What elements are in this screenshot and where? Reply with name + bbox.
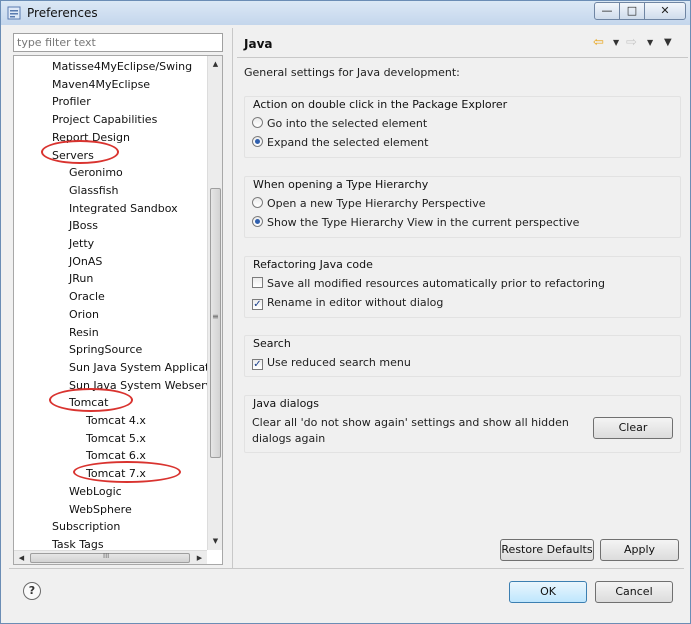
tree-item[interactable]: JRun — [69, 270, 93, 287]
tree-item[interactable]: Tomcat 5.x — [86, 430, 146, 447]
checkbox-save-resources-label: Save all modified resources automaticall… — [267, 277, 605, 290]
radio-open-perspective-label: Open a new Type Hierarchy Perspective — [267, 197, 486, 210]
search-group-label: Search — [252, 337, 292, 350]
tree-vertical-scrollbar[interactable]: ▲ ≡ ▼ — [207, 56, 222, 550]
tree-item[interactable]: Oracle — [69, 288, 105, 305]
tree-item[interactable]: Jetty — [69, 235, 94, 252]
tree-item[interactable]: WebSphere — [69, 501, 132, 518]
radio-show-view-label: Show the Type Hierarchy View in the curr… — [267, 216, 580, 229]
forward-history-dropdown-icon[interactable]: ▼ — [647, 34, 653, 52]
tree-item[interactable]: Tomcat 6.x — [86, 447, 146, 464]
tree-item[interactable]: Servers — [52, 147, 94, 164]
scroll-down-icon[interactable]: ▼ — [208, 534, 222, 549]
page-title: Java — [244, 37, 273, 51]
scroll-up-icon[interactable]: ▲ — [208, 57, 222, 72]
tree-item[interactable]: Integrated Sandbox — [69, 200, 178, 217]
clear-button[interactable]: Clear — [593, 417, 673, 439]
checkbox-save-resources[interactable]: Save all modified resources automaticall… — [252, 276, 605, 292]
panel-sash[interactable] — [232, 28, 233, 568]
scroll-left-icon[interactable]: ◀ — [14, 551, 29, 564]
radio-show-view[interactable]: Show the Type Hierarchy View in the curr… — [252, 215, 579, 231]
radio-expand-label: Expand the selected element — [267, 136, 429, 149]
radio-open-perspective[interactable]: Open a new Type Hierarchy Perspective — [252, 196, 485, 212]
java-dialogs-group: Java dialogs Clear all 'do not show agai… — [244, 395, 681, 453]
preference-tree[interactable]: Matisse4MyEclipse/Swing Maven4MyEclipse Pr… — [13, 55, 223, 565]
ok-button[interactable]: OK — [509, 581, 587, 603]
preferences-app-icon — [7, 6, 21, 20]
tree-item[interactable]: Report Design — [52, 129, 130, 146]
refactoring-group-label: Refactoring Java code — [252, 258, 374, 271]
checkmark-icon[interactable]: ✓ — [252, 359, 263, 370]
filter-input[interactable] — [13, 33, 223, 52]
double-click-group: Action on double click in the Package Ex… — [244, 96, 681, 158]
forward-arrow-icon[interactable]: ⇨ — [626, 34, 637, 52]
checkbox-save-resources-box[interactable] — [252, 277, 263, 288]
checkmark-icon[interactable]: ✓ — [252, 299, 263, 310]
preferences-window: Preferences — □ ✕ Matisse4MyEclipse/Swin… — [0, 0, 691, 624]
type-hierarchy-group: When opening a Type Hierarchy Open a new… — [244, 176, 681, 238]
hscroll-grip-icon: III — [103, 552, 110, 560]
tree-hscroll-thumb[interactable]: III — [30, 552, 190, 563]
tree-item[interactable]: JBoss — [69, 217, 98, 234]
tree-item[interactable]: Project Capabilities — [52, 111, 157, 128]
radio-expand[interactable]: Expand the selected element — [252, 135, 428, 151]
close-button[interactable]: ✕ — [644, 2, 686, 20]
bottom-divider — [9, 568, 684, 569]
java-dialogs-group-label: Java dialogs — [252, 397, 321, 410]
dialogs-description-line1: Clear all 'do not show again' settings a… — [252, 416, 569, 429]
tree-item[interactable]: Profiler — [52, 93, 91, 110]
radio-expand-icon[interactable] — [252, 136, 263, 147]
minimize-button[interactable]: — — [594, 2, 620, 20]
radio-go-into-label: Go into the selected element — [267, 117, 428, 130]
double-click-group-label: Action on double click in the Package Ex… — [252, 98, 509, 111]
radio-show-view-icon[interactable] — [252, 216, 263, 227]
refactoring-group: Refactoring Java code Save all modified … — [244, 256, 681, 318]
scroll-right-icon[interactable]: ▶ — [192, 551, 207, 564]
page-navigation: ⇦ ▼ ⇨ ▼ ▼ — [593, 34, 683, 52]
tree-horizontal-scrollbar[interactable]: ◀ III ▶ — [14, 550, 207, 564]
tree-item[interactable]: Sun Java System Applicatio — [69, 359, 219, 376]
page-description: General settings for Java development: — [244, 66, 460, 79]
dialogs-description-line2: dialogs again — [252, 432, 326, 445]
tree-item[interactable]: Matisse4MyEclipse/Swing — [52, 58, 192, 75]
tree-item[interactable]: Resin — [69, 324, 99, 341]
checkbox-reduced-search[interactable]: ✓ Use reduced search menu — [252, 355, 411, 371]
scroll-grip-icon: ≡ — [212, 312, 219, 321]
tree-item[interactable]: Tomcat 4.x — [86, 412, 146, 429]
window-title: Preferences — [27, 6, 98, 20]
tree-item[interactable]: JOnAS — [69, 253, 102, 270]
tree-item[interactable]: SpringSource — [69, 341, 142, 358]
help-icon[interactable]: ? — [23, 582, 41, 600]
tree-item[interactable]: WebLogic — [69, 483, 122, 500]
apply-button[interactable]: Apply — [600, 539, 679, 561]
tree-item[interactable]: Geronimo — [69, 164, 123, 181]
tree-item[interactable]: Subscription — [52, 518, 120, 535]
tree-item[interactable]: Tomcat 7.x — [86, 465, 146, 482]
view-menu-icon[interactable]: ▼ — [664, 34, 672, 52]
checkbox-rename-editor-label: Rename in editor without dialog — [267, 296, 444, 309]
title-bar[interactable]: Preferences — □ ✕ — [1, 1, 690, 25]
radio-open-perspective-icon[interactable] — [252, 197, 263, 208]
radio-go-into-icon[interactable] — [252, 117, 263, 128]
checkbox-rename-editor[interactable]: ✓ Rename in editor without dialog — [252, 295, 443, 311]
type-hierarchy-group-label: When opening a Type Hierarchy — [252, 178, 430, 191]
tree-scroll-thumb[interactable]: ≡ — [210, 188, 221, 458]
back-history-dropdown-icon[interactable]: ▼ — [613, 34, 619, 52]
checkbox-reduced-search-label: Use reduced search menu — [267, 356, 411, 369]
tree-item[interactable]: Orion — [69, 306, 99, 323]
maximize-button[interactable]: □ — [619, 2, 645, 20]
tree-item[interactable]: Maven4MyEclipse — [52, 76, 150, 93]
restore-defaults-button[interactable]: Restore Defaults — [500, 539, 594, 561]
header-divider — [237, 57, 688, 58]
cancel-button[interactable]: Cancel — [595, 581, 673, 603]
tree-item[interactable]: Sun Java System Webserve — [69, 377, 219, 394]
tree-item[interactable]: Tomcat — [69, 394, 108, 411]
search-group: Search ✓ Use reduced search menu — [244, 335, 681, 377]
back-arrow-icon[interactable]: ⇦ — [593, 34, 604, 52]
tree-item[interactable]: Glassfish — [69, 182, 118, 199]
radio-go-into[interactable]: Go into the selected element — [252, 116, 427, 132]
